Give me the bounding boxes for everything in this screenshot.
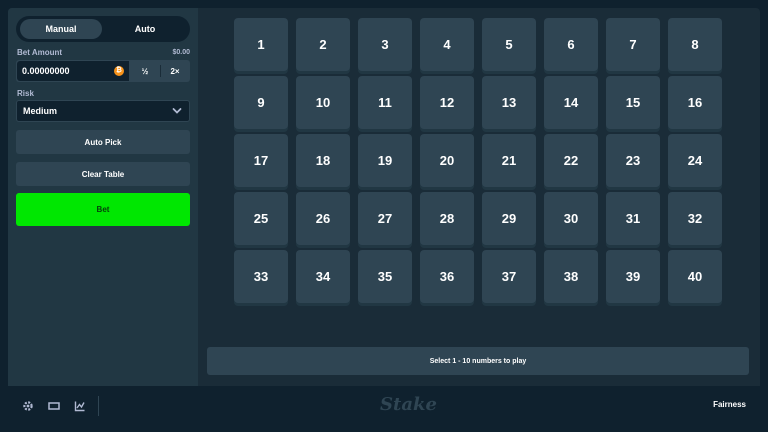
keno-tile[interactable]: 8 <box>668 18 722 71</box>
keno-tile[interactable]: 34 <box>296 250 350 303</box>
keno-tile[interactable]: 10 <box>296 76 350 129</box>
settings-icon[interactable] <box>21 399 35 413</box>
risk-label: Risk <box>17 89 34 98</box>
keno-tile[interactable]: 16 <box>668 76 722 129</box>
bet-input-wrap: ₿ <box>17 61 129 81</box>
keno-tile[interactable]: 7 <box>606 18 660 71</box>
bet-amount-usd: $0.00 <box>172 49 190 56</box>
stake-logo: Stake <box>380 394 437 415</box>
keno-tile[interactable]: 35 <box>358 250 412 303</box>
keno-tile[interactable]: 37 <box>482 250 536 303</box>
risk-select[interactable]: Medium <box>16 100 190 122</box>
keno-tile[interactable]: 6 <box>544 18 598 71</box>
keno-game-window: Manual Auto Bet Amount $0.00 ₿ ½ 2× Risk… <box>8 8 760 426</box>
mode-toggle: Manual Auto <box>16 16 190 42</box>
bet-button[interactable]: Bet <box>16 193 190 226</box>
keno-tile[interactable]: 15 <box>606 76 660 129</box>
keno-tile[interactable]: 33 <box>234 250 288 303</box>
keno-tile[interactable]: 36 <box>420 250 474 303</box>
keno-tile[interactable]: 39 <box>606 250 660 303</box>
keno-tile[interactable]: 2 <box>296 18 350 71</box>
stats-icon[interactable] <box>73 399 87 413</box>
bet-amount-label: Bet Amount <box>17 48 63 57</box>
double-bet-button[interactable]: 2× <box>160 60 190 82</box>
bitcoin-icon: ₿ <box>114 66 124 76</box>
footer-divider <box>98 396 99 416</box>
auto-pick-button[interactable]: Auto Pick <box>16 130 190 154</box>
footer-bar: Stake Fairness <box>8 386 760 426</box>
keno-tile[interactable]: 23 <box>606 134 660 187</box>
risk-value: Medium <box>23 106 58 116</box>
keno-tile[interactable]: 31 <box>606 192 660 245</box>
keno-tile[interactable]: 26 <box>296 192 350 245</box>
keno-tile[interactable]: 13 <box>482 76 536 129</box>
keno-tile[interactable]: 14 <box>544 76 598 129</box>
theatre-mode-icon[interactable] <box>47 399 61 413</box>
keno-tile[interactable]: 9 <box>234 76 288 129</box>
keno-tile[interactable]: 24 <box>668 134 722 187</box>
clear-table-button[interactable]: Clear Table <box>16 162 190 186</box>
keno-tile[interactable]: 3 <box>358 18 412 71</box>
bet-amount-input[interactable] <box>17 61 113 81</box>
keno-tile[interactable]: 5 <box>482 18 536 71</box>
keno-tile[interactable]: 4 <box>420 18 474 71</box>
keno-tile[interactable]: 30 <box>544 192 598 245</box>
bet-amount-row: ₿ ½ 2× <box>16 60 190 82</box>
keno-tile[interactable]: 22 <box>544 134 598 187</box>
keno-tile[interactable]: 20 <box>420 134 474 187</box>
keno-tile[interactable]: 19 <box>358 134 412 187</box>
keno-tile[interactable]: 17 <box>234 134 288 187</box>
keno-tile[interactable]: 29 <box>482 192 536 245</box>
half-bet-button[interactable]: ½ <box>130 60 160 82</box>
keno-tile[interactable]: 1 <box>234 18 288 71</box>
info-bar: Select 1 - 10 numbers to play <box>207 347 749 375</box>
keno-tile[interactable]: 21 <box>482 134 536 187</box>
keno-tile[interactable]: 38 <box>544 250 598 303</box>
keno-tile[interactable]: 32 <box>668 192 722 245</box>
keno-tile[interactable]: 25 <box>234 192 288 245</box>
auto-tab[interactable]: Auto <box>104 19 186 39</box>
bet-sidebar: Manual Auto Bet Amount $0.00 ₿ ½ 2× Risk… <box>8 8 198 386</box>
keno-tile[interactable]: 18 <box>296 134 350 187</box>
chevron-down-icon <box>172 108 182 114</box>
keno-tile[interactable]: 11 <box>358 76 412 129</box>
fairness-link[interactable]: Fairness <box>713 400 746 409</box>
keno-tile[interactable]: 40 <box>668 250 722 303</box>
keno-tile[interactable]: 28 <box>420 192 474 245</box>
manual-tab[interactable]: Manual <box>20 19 102 39</box>
keno-tile[interactable]: 12 <box>420 76 474 129</box>
keno-tile[interactable]: 27 <box>358 192 412 245</box>
